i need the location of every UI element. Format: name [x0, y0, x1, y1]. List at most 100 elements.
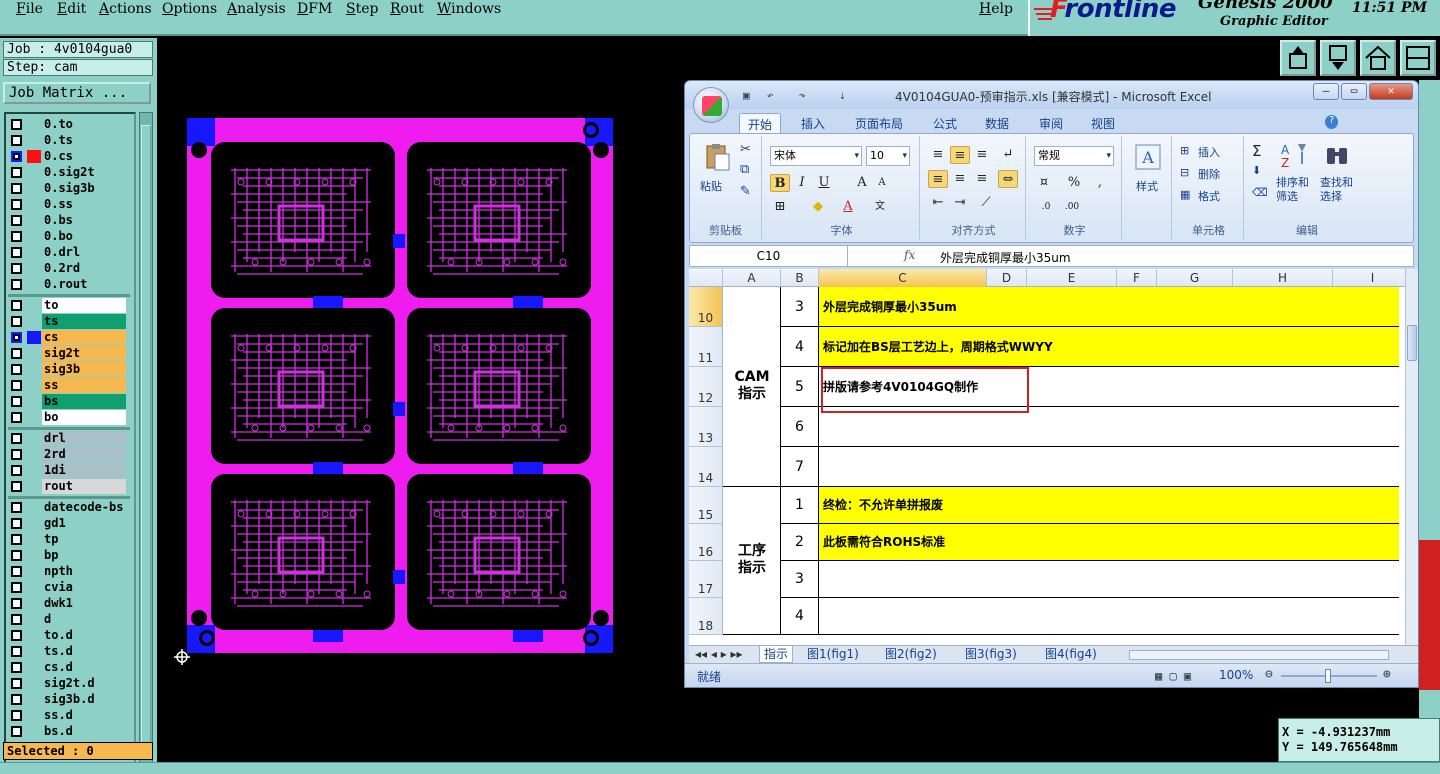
increase-indent-icon[interactable]: ⇥ — [950, 194, 970, 212]
layer-checkbox[interactable] — [11, 332, 22, 343]
layer-row[interactable]: datecode-bs — [8, 500, 130, 515]
tab-insert[interactable]: 插入 — [793, 113, 833, 133]
scrollbar-thumb[interactable] — [141, 125, 151, 755]
number-format-select[interactable]: 常规 — [1034, 146, 1114, 166]
row-header[interactable]: 11 — [689, 327, 723, 367]
layer-name[interactable]: rout — [42, 479, 126, 494]
layer-checkbox[interactable] — [11, 433, 22, 444]
layer-name[interactable]: 0.to — [42, 117, 126, 132]
instruction-cell[interactable]: 外层完成铜厚最小35um — [819, 287, 1399, 327]
row-header[interactable]: 17 — [689, 561, 723, 598]
sheet-nav-icon[interactable]: ◂◂ ◂ ▸ ▸▸ — [695, 646, 743, 663]
layer-row[interactable]: gd1 — [8, 516, 130, 531]
layer-row[interactable]: cvia — [8, 580, 130, 595]
name-box[interactable]: C10 — [690, 246, 848, 266]
close-button[interactable]: ✕ — [1369, 83, 1413, 100]
item-number-cell[interactable]: 7 — [781, 447, 819, 487]
row-header[interactable]: 16 — [689, 524, 723, 561]
zoom-in-icon[interactable]: ⊕ — [1383, 667, 1391, 682]
layer-checkbox[interactable] — [11, 263, 22, 274]
customize-qat-icon[interactable]: ⇣ — [839, 89, 853, 102]
item-number-cell[interactable]: 4 — [781, 327, 819, 367]
import-icon[interactable] — [1320, 40, 1356, 76]
delete-cells-label[interactable]: 删除 — [1198, 166, 1220, 182]
layer-list-scrollbar[interactable] — [139, 112, 153, 774]
layer-row[interactable]: sig2t.d — [8, 676, 130, 691]
layer-row[interactable]: tp — [8, 532, 130, 547]
layer-name[interactable]: ts.d — [42, 644, 126, 659]
font-size-select[interactable]: 10 — [866, 146, 910, 166]
menu-windows[interactable]: Windows — [437, 1, 501, 17]
layer-row[interactable]: ss.d — [8, 708, 130, 723]
layer-checkbox[interactable] — [11, 502, 22, 513]
layer-checkbox[interactable] — [11, 465, 22, 476]
item-number-cell[interactable]: 5 — [781, 367, 819, 407]
item-number-cell[interactable]: 6 — [781, 407, 819, 447]
layer-checkbox[interactable] — [11, 151, 22, 162]
layer-checkbox[interactable] — [11, 534, 22, 545]
layer-name[interactable]: gd1 — [42, 516, 126, 531]
autosum-icon[interactable]: Σ — [1252, 142, 1261, 160]
find-select-label[interactable]: 查找和 选择 — [1320, 176, 1353, 204]
layer-row[interactable]: cs — [8, 330, 130, 345]
menu-file[interactable]: File — [16, 1, 43, 17]
layer-row[interactable]: 0.bo — [8, 229, 130, 244]
align-middle-icon[interactable]: ≡ — [950, 146, 970, 164]
layer-checkbox[interactable] — [11, 646, 22, 657]
layer-checkbox[interactable] — [11, 135, 22, 146]
layer-checkbox[interactable] — [11, 582, 22, 593]
help-icon[interactable]: ? — [1325, 115, 1339, 129]
layer-row[interactable]: 0.rout — [8, 277, 130, 292]
styles-label[interactable]: 样式 — [1136, 178, 1158, 194]
italic-button[interactable]: I — [792, 174, 812, 192]
sheet-horizontal-scrollbar[interactable] — [1129, 650, 1389, 660]
currency-icon[interactable]: ¤ — [1034, 174, 1054, 192]
layer-checkbox[interactable] — [11, 694, 22, 705]
layer-row[interactable]: 0.ss — [8, 197, 130, 212]
menu-actions[interactable]: Actions — [99, 1, 152, 17]
cut-icon[interactable]: ✂ — [740, 142, 751, 157]
layer-name[interactable]: sig3b.d — [42, 692, 126, 707]
layer-row[interactable]: ss — [8, 378, 130, 393]
layer-row[interactable]: sig2t — [8, 346, 130, 361]
maximize-button[interactable]: ▭ — [1341, 83, 1367, 100]
bold-button[interactable]: B — [770, 174, 790, 192]
menu-step[interactable]: Step — [346, 1, 378, 17]
section-cell[interactable]: 工序 指示 — [723, 487, 781, 635]
layer-name[interactable]: 0.rout — [42, 277, 126, 292]
menu-analysis[interactable]: Analysis — [227, 1, 286, 17]
layer-checkbox[interactable] — [11, 119, 22, 130]
layer-row[interactable]: to — [8, 298, 130, 313]
align-center-icon[interactable]: ≡ — [950, 170, 970, 188]
layer-name[interactable]: d — [42, 612, 126, 627]
tab-home[interactable]: 开始 — [739, 113, 782, 133]
layer-row[interactable]: bs — [8, 394, 130, 409]
layer-name[interactable]: tp — [42, 532, 126, 547]
column-header[interactable]: C — [819, 269, 987, 287]
layer-name[interactable]: datecode-bs — [42, 500, 126, 515]
layer-name[interactable]: 0.ts — [42, 133, 126, 148]
sheet-tab-instructions[interactable]: 指示 — [759, 646, 794, 663]
layer-name[interactable]: 1di — [42, 463, 126, 478]
zoom-level[interactable]: 100% — [1219, 668, 1253, 682]
layer-name[interactable]: sig2t — [42, 346, 126, 361]
column-header[interactable]: E — [1027, 269, 1117, 287]
layer-checkbox[interactable] — [11, 710, 22, 721]
layer-checkbox[interactable] — [11, 598, 22, 609]
insert-cells-label[interactable]: 插入 — [1198, 144, 1220, 160]
menu-dfm[interactable]: DFM — [297, 1, 332, 17]
item-number-cell[interactable]: 4 — [781, 598, 819, 635]
insert-function-icon[interactable]: fx — [904, 248, 915, 262]
row-header[interactable]: 14 — [689, 447, 723, 487]
merge-center-icon[interactable]: ⇔ — [998, 170, 1018, 188]
layer-checkbox[interactable] — [11, 380, 22, 391]
layer-checkbox[interactable] — [11, 449, 22, 460]
layer-row[interactable]: bs.d — [8, 724, 130, 739]
layer-checkbox[interactable] — [11, 518, 22, 529]
save-icon[interactable]: ▣ — [743, 89, 757, 102]
instruction-cell[interactable] — [819, 561, 1399, 598]
format-cells-label[interactable]: 格式 — [1198, 188, 1220, 204]
layer-name[interactable]: to.d — [42, 628, 126, 643]
layer-name[interactable]: sig3b — [42, 362, 126, 377]
layer-checkbox[interactable] — [11, 199, 22, 210]
